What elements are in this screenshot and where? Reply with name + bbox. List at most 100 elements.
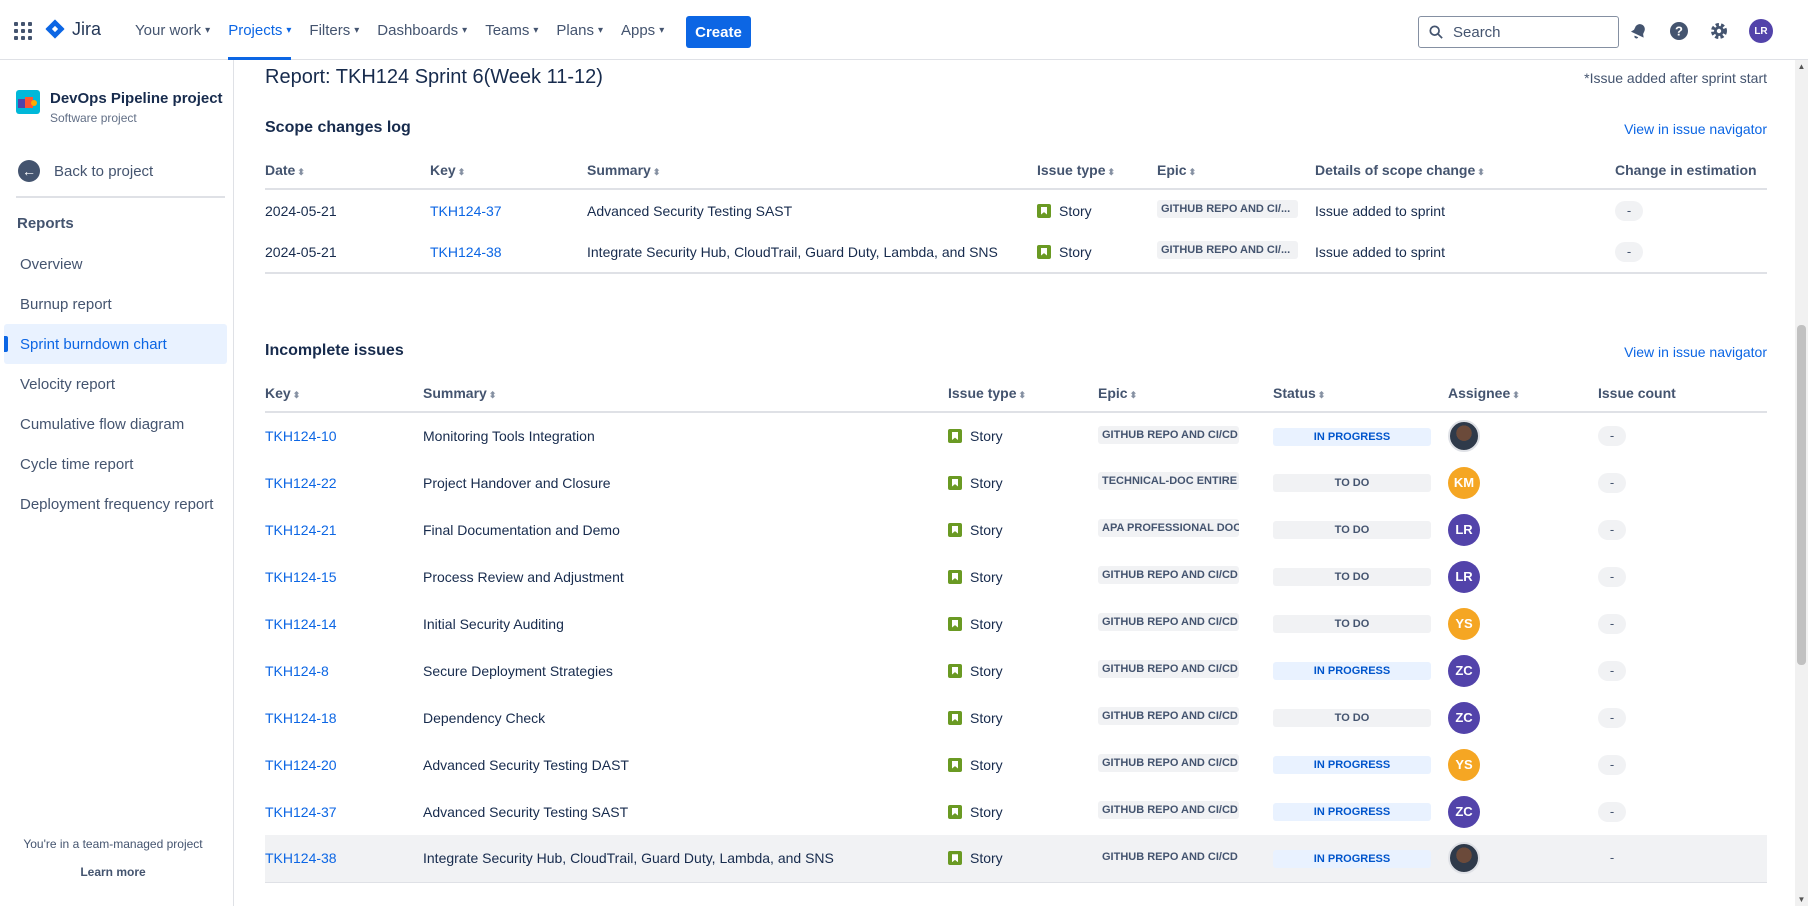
summary-cell: Project Handover and Closure bbox=[423, 474, 611, 491]
status-badge: IN PROGRESS bbox=[1273, 662, 1431, 680]
epic-lozenge[interactable]: GITHUB REPO AND CI/CD ... bbox=[1098, 847, 1239, 866]
epic-lozenge[interactable]: GITHUB REPO AND CI/CD ... bbox=[1098, 707, 1239, 725]
status-cell: IN PROGRESS bbox=[1273, 788, 1448, 835]
sidebar-item-deployment-frequency-report[interactable]: Deployment frequency report bbox=[4, 484, 227, 524]
nav-plans[interactable]: Plans ▾ bbox=[547, 0, 612, 60]
column-header[interactable]: Key ⬍ bbox=[265, 374, 423, 413]
epic-lozenge[interactable]: GITHUB REPO AND CI/CD ... bbox=[1098, 754, 1239, 772]
story-icon bbox=[948, 710, 962, 725]
vertical-scrollbar[interactable]: ▲ ▼ bbox=[1795, 60, 1808, 906]
issue-key-link[interactable]: TKH124-10 bbox=[265, 412, 423, 459]
nav-apps[interactable]: Apps ▾ bbox=[612, 0, 673, 60]
issue-key-link[interactable]: TKH124-22 bbox=[265, 459, 423, 506]
learn-more-link[interactable]: Learn more bbox=[0, 865, 226, 879]
assignee-avatar[interactable] bbox=[1448, 420, 1480, 452]
scope-changes-table: Date ⬍ Key ⬍ Summary ⬍ Issue type ⬍ Epic ⬍ De… bbox=[265, 151, 1767, 274]
assignee-avatar[interactable]: YS bbox=[1448, 607, 1480, 640]
table-row: TKH124-20 Advanced Security Testing DAST S… bbox=[265, 741, 1767, 788]
epic-lozenge[interactable]: GITHUB REPO AND CI/... bbox=[1157, 241, 1298, 259]
nav-label: Filters bbox=[309, 21, 351, 39]
user-avatar[interactable]: LR bbox=[1749, 19, 1773, 43]
header-label: Issue type bbox=[1037, 161, 1106, 178]
assignee-avatar[interactable]: LR bbox=[1448, 560, 1480, 593]
scrollbar-thumb[interactable] bbox=[1797, 325, 1806, 665]
nav-teams[interactable]: Teams ▾ bbox=[476, 0, 547, 60]
column-header[interactable]: Epic ⬍ bbox=[1098, 374, 1273, 413]
header-label: Status bbox=[1273, 384, 1316, 401]
sidebar-item-sprint-burndown-chart[interactable]: Sprint burndown chart bbox=[4, 324, 227, 364]
assignee-avatar[interactable]: ZC bbox=[1448, 795, 1480, 828]
issue-key-link[interactable]: TKH124-21 bbox=[265, 506, 423, 553]
jira-logo[interactable]: Jira bbox=[44, 18, 101, 40]
assignee-avatar[interactable]: KM bbox=[1448, 466, 1480, 499]
column-header[interactable]: Issue type ⬍ bbox=[1037, 151, 1157, 190]
back-to-project-link[interactable]: ← Back to project bbox=[18, 160, 153, 182]
issue-key-link[interactable]: TKH124-38 bbox=[265, 835, 423, 882]
issue-key-link[interactable]: TKH124-37 bbox=[265, 788, 423, 835]
epic-lozenge[interactable]: GITHUB REPO AND CI/CD ... bbox=[1098, 425, 1239, 444]
issue-count-badge: - bbox=[1598, 754, 1626, 775]
issue-key-link[interactable]: TKH124-14 bbox=[265, 600, 423, 647]
incomplete-view-in-issue-navigator-link[interactable]: View in issue navigator bbox=[1624, 344, 1767, 360]
issue-key-link[interactable]: TKH124-15 bbox=[265, 553, 423, 600]
column-header[interactable]: Epic ⬍ bbox=[1157, 151, 1315, 190]
epic-lozenge[interactable]: GITHUB REPO AND CI/CD ... bbox=[1098, 566, 1239, 584]
sidebar-item-cycle-time-report[interactable]: Cycle time report bbox=[4, 444, 227, 484]
sidebar-item-velocity-report[interactable]: Velocity report bbox=[4, 364, 227, 404]
column-header[interactable]: Key ⬍ bbox=[430, 151, 587, 190]
assignee-avatar[interactable]: ZC bbox=[1448, 654, 1480, 687]
assignee-avatar[interactable]: YS bbox=[1448, 748, 1480, 781]
issue-count-badge: - bbox=[1598, 519, 1626, 540]
story-icon bbox=[948, 429, 962, 443]
epic-lozenge[interactable]: GITHUB REPO AND CI/CD ... bbox=[1098, 613, 1239, 631]
table-row: TKH124-22 Project Handover and Closure Sto… bbox=[265, 459, 1767, 506]
chevron-down-icon: ▾ bbox=[286, 24, 292, 36]
nav-dashboards[interactable]: Dashboards ▾ bbox=[368, 0, 476, 60]
estimation-cell: - bbox=[1615, 231, 1767, 273]
nav-your-work[interactable]: Your work ▾ bbox=[126, 0, 219, 60]
notifications-icon[interactable] bbox=[1628, 20, 1650, 42]
epic-lozenge[interactable]: TECHNICAL-DOC ENTIRE P... bbox=[1098, 472, 1239, 490]
epic-lozenge[interactable]: GITHUB REPO AND CI/... bbox=[1157, 200, 1298, 218]
issue-count-cell: - bbox=[1598, 647, 1767, 694]
issue-count-cell: - bbox=[1598, 506, 1767, 553]
project-header[interactable]: DevOps Pipeline project Software project bbox=[16, 90, 223, 125]
sidebar-item-overview[interactable]: Overview bbox=[4, 244, 227, 284]
issue-key-link[interactable]: TKH124-8 bbox=[265, 647, 423, 694]
column-header[interactable]: Summary ⬍ bbox=[587, 151, 1037, 190]
scroll-up-icon[interactable]: ▲ bbox=[1795, 60, 1808, 73]
column-header[interactable]: Assignee ⬍ bbox=[1448, 374, 1598, 413]
settings-icon[interactable] bbox=[1708, 20, 1730, 42]
search-box[interactable] bbox=[1418, 16, 1619, 48]
epic-lozenge[interactable]: GITHUB REPO AND CI/CD ... bbox=[1098, 660, 1239, 678]
issue-key-link[interactable]: TKH124-18 bbox=[265, 694, 423, 741]
table-row: TKH124-8 Secure Deployment Strategies Stor… bbox=[265, 647, 1767, 694]
create-button[interactable]: Create bbox=[686, 16, 751, 48]
scope-view-in-issue-navigator-link[interactable]: View in issue navigator bbox=[1624, 121, 1767, 137]
scroll-down-icon[interactable]: ▼ bbox=[1795, 893, 1808, 906]
assignee-avatar[interactable]: LR bbox=[1448, 513, 1480, 546]
column-header[interactable]: Details of scope change ⬍ bbox=[1315, 151, 1615, 190]
column-header[interactable]: Status ⬍ bbox=[1273, 374, 1448, 413]
nav-filters[interactable]: Filters ▾ bbox=[300, 0, 368, 60]
epic-lozenge[interactable]: GITHUB REPO AND CI/CD ... bbox=[1098, 801, 1239, 819]
column-header[interactable]: Issue type ⬍ bbox=[948, 374, 1098, 413]
status-cell: IN PROGRESS bbox=[1273, 835, 1448, 882]
issue-key-link[interactable]: TKH124-37 bbox=[430, 189, 587, 231]
help-icon[interactable]: ? bbox=[1668, 20, 1690, 42]
assignee-avatar[interactable] bbox=[1448, 842, 1480, 875]
search-input[interactable] bbox=[1451, 22, 1601, 42]
sidebar-item-cumulative-flow-diagram[interactable]: Cumulative flow diagram bbox=[4, 404, 227, 444]
issue-key-link[interactable]: TKH124-38 bbox=[430, 231, 587, 273]
assignee-avatar[interactable]: ZC bbox=[1448, 701, 1480, 734]
nav-label: Dashboards bbox=[377, 21, 459, 39]
sort-icon: ⬍ bbox=[1107, 166, 1116, 177]
assignee-cell: LR bbox=[1448, 553, 1598, 600]
column-header[interactable]: Date ⬍ bbox=[265, 151, 430, 190]
nav-projects[interactable]: Projects ▾ bbox=[219, 0, 300, 60]
issue-key-link[interactable]: TKH124-20 bbox=[265, 741, 423, 788]
sidebar-item-burnup-report[interactable]: Burnup report bbox=[4, 284, 227, 324]
column-header[interactable]: Summary ⬍ bbox=[423, 374, 948, 413]
epic-lozenge[interactable]: APA PROFESSIONAL DOC-... bbox=[1098, 519, 1239, 537]
app-switcher-icon[interactable] bbox=[14, 22, 32, 40]
